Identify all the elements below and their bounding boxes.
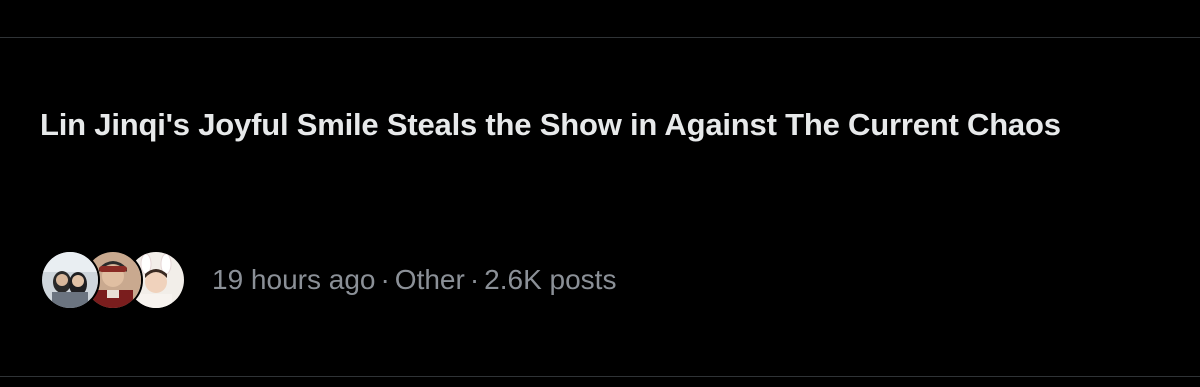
separator: · [469, 264, 480, 295]
trend-headline[interactable]: Lin Jinqi's Joyful Smile Steals the Show… [40, 106, 1170, 144]
post-count: 2.6K posts [484, 264, 617, 295]
trend-meta-text: 19 hours ago · Other · 2.6K posts [212, 263, 616, 297]
avatar [40, 250, 100, 310]
category-label: Other [394, 264, 465, 295]
trend-meta-row: 19 hours ago · Other · 2.6K posts [40, 250, 616, 310]
separator: · [380, 264, 390, 295]
avatar-photo-1-icon [42, 252, 98, 308]
bottom-divider [0, 376, 1200, 377]
time-ago: 19 hours ago [212, 264, 376, 295]
trend-card[interactable]: Lin Jinqi's Joyful Smile Steals the Show… [0, 38, 1200, 376]
avatar-stack [40, 250, 186, 310]
